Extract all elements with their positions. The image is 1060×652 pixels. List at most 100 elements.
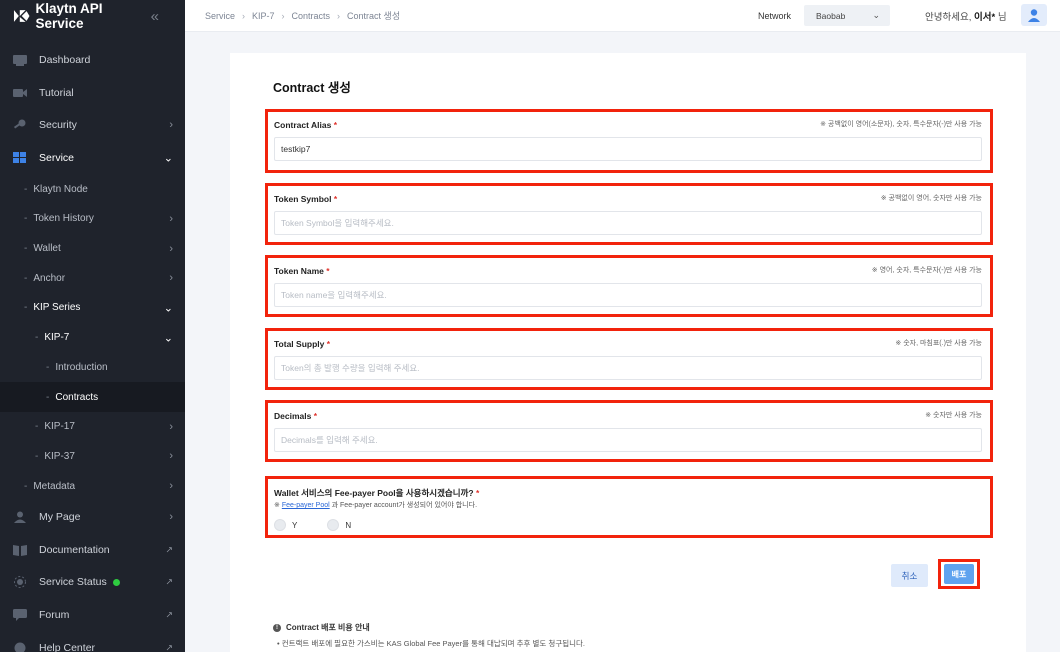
sidebar-item-label: Documentation [39, 543, 110, 556]
sidebar-item-kip-series[interactable]: - KIP Series ⌄ [0, 293, 185, 323]
sidebar-item-label: Tutorial [39, 86, 74, 99]
book-icon [13, 544, 27, 556]
sidebar-item-label: Service [39, 152, 75, 165]
token-symbol-field: Token Symbol * ※ 공백없이 영어, 숫자만 사용 가능 Toke… [265, 183, 993, 245]
deploy-button[interactable]: 배포 [944, 564, 974, 584]
sidebar-item-label: Dashboard [39, 54, 91, 67]
sidebar-item-kip-7[interactable]: - KIP-7 ⌄ [0, 323, 185, 353]
sidebar-item-help-center[interactable]: Help Center ↗ [0, 631, 185, 652]
dash-icon: - [24, 213, 28, 225]
sidebar-item-anchor[interactable]: - Anchor › [0, 263, 185, 293]
token-name-label: Token Name * [274, 266, 330, 276]
user-name: 이서* [973, 11, 996, 23]
sidebar-item-label: Wallet [33, 243, 61, 255]
token-symbol-input[interactable]: Token Symbol을 입력해주세요. [274, 211, 982, 235]
sidebar-item-dashboard[interactable]: Dashboard [0, 44, 185, 77]
sidebar-item-token-history[interactable]: - Token History › [0, 204, 185, 234]
label-text: Total Supply [274, 339, 325, 349]
sidebar-item-label: My Page [39, 511, 81, 524]
page-title: Contract 생성 [273, 81, 351, 95]
sidebar-item-documentation[interactable]: Documentation ↗ [0, 534, 185, 567]
required-mark: * [475, 488, 480, 498]
required-mark: * [326, 266, 330, 276]
chevron-right-icon: › [337, 10, 341, 21]
sidebar-item-kip-37[interactable]: - KIP-37 › [0, 442, 185, 472]
breadcrumb-contracts[interactable]: Contracts [292, 11, 331, 21]
fee-payer-option-no[interactable]: N [327, 519, 351, 531]
decimals-input[interactable]: Decimals를 입력해 주세요. [274, 428, 982, 452]
dash-icon: - [35, 332, 39, 344]
notice-line: • 컨트랙트 배포에 필요한 가스비는 KAS Global Fee Payer… [277, 639, 585, 648]
network-select[interactable]: Baobab ⌄ [804, 5, 890, 26]
fee-payer-option-yes[interactable]: Y [274, 519, 297, 531]
dash-icon: - [35, 421, 39, 433]
sidebar-item-security[interactable]: Security › [0, 109, 185, 142]
chevron-right-icon: › [169, 212, 173, 225]
sidebar-item-klaytn-node[interactable]: - Klaytn Node [0, 174, 185, 204]
contract-alias-input[interactable]: testkip7 [274, 137, 982, 161]
status-icon [14, 576, 26, 589]
brand-name: Klaytn API Service [35, 1, 103, 31]
info-icon: ! [273, 623, 281, 632]
sidebar-item-label: KIP Series [33, 302, 81, 314]
token-name-hint: ※ 영어, 숫자, 특수문자(-)만 사용 가능 [871, 267, 982, 274]
fee-payer-note: ※ Fee-payer Pool 과 Fee-payer account가 생성… [274, 500, 477, 510]
chevron-right-icon: › [169, 119, 173, 132]
breadcrumb: Service › KIP-7 › Contracts › Contract 생… [185, 9, 400, 22]
dash-icon: - [46, 391, 50, 403]
brand[interactable]: Klaytn API Service « [0, 0, 185, 32]
required-mark: * [333, 194, 338, 204]
radio-yes[interactable] [274, 519, 286, 531]
klaytn-logo-icon [13, 10, 30, 22]
total-supply-hint: ※ 숫자, 마침표(.)만 사용 가능 [895, 340, 982, 347]
chevron-right-icon: › [169, 272, 173, 285]
sidebar-item-service[interactable]: Service ⌄ [0, 142, 185, 175]
contract-form-card: Contract 생성 Contract Alias * ※ 공백없이 영어(소… [230, 53, 1026, 652]
sidebar-item-forum[interactable]: Forum ↗ [0, 599, 185, 632]
required-mark: * [326, 339, 331, 349]
sidebar-item-service-status[interactable]: Service Status ↗ [0, 566, 185, 599]
token-symbol-label: Token Symbol * [274, 194, 337, 204]
sidebar-item-contracts[interactable]: - Contracts [0, 382, 185, 412]
sidebar-item-kip-17[interactable]: - KIP-17 › [0, 412, 185, 442]
note-text: 과 Fee-payer account가 생성되어 있어야 합니다. [331, 502, 478, 509]
sidebar-item-introduction[interactable]: - Introduction [0, 353, 185, 383]
breadcrumb-current: Contract 생성 [347, 11, 401, 21]
sidebar-item-tutorial[interactable]: Tutorial [0, 77, 185, 110]
grid-icon [13, 152, 26, 164]
sidebar-item-label: KIP-37 [44, 450, 75, 462]
total-supply-label: Total Supply * [274, 339, 330, 349]
sidebar-item-wallet[interactable]: - Wallet › [0, 234, 185, 264]
fee-payer-options: Y N [274, 519, 381, 531]
sidebar-item-label: Forum [39, 609, 70, 622]
chevron-right-icon: › [169, 450, 173, 463]
cancel-button[interactable]: 취소 [891, 564, 928, 587]
total-supply-field: Total Supply * ※ 숫자, 마침표(.)만 사용 가능 Token… [265, 328, 993, 390]
fee-payer-pool-link[interactable]: Fee-payer Pool [282, 502, 330, 509]
total-supply-input[interactable]: Token의 총 발행 수량을 입력해 주세요. [274, 356, 982, 380]
video-icon [13, 88, 27, 97]
network-label: Network [758, 10, 792, 21]
sidebar-item-label: Klaytn Node [33, 183, 88, 195]
chevron-right-icon: › [281, 10, 285, 21]
sidebar-item-label: Anchor [33, 272, 66, 284]
dashboard-icon [13, 55, 27, 67]
token-name-input[interactable]: Token name을 입력해주세요. [274, 283, 982, 307]
double-chevron-left-icon[interactable]: « [151, 8, 159, 25]
chevron-right-icon: › [169, 511, 173, 524]
breadcrumb-kip-7[interactable]: KIP-7 [252, 11, 275, 21]
breadcrumb-service[interactable]: Service [205, 11, 235, 21]
sidebar-item-metadata[interactable]: - Metadata › [0, 471, 185, 501]
notice-title: ! Contract 배포 비용 안내 [273, 622, 585, 633]
sidebar-item-label: Security [39, 119, 77, 132]
avatar-button[interactable] [1021, 4, 1047, 26]
help-icon [14, 642, 26, 652]
radio-no[interactable] [327, 519, 340, 531]
label-text: Contract Alias [274, 120, 332, 130]
sidebar-item-my-page[interactable]: My Page › [0, 501, 185, 534]
note-prefix: ※ [274, 502, 280, 509]
user-greeting: 안녕하세요, 이서* 님 [925, 9, 1007, 23]
sidebar-item-label: KIP-7 [44, 332, 70, 344]
user-icon [14, 511, 26, 524]
sidebar-item-label: Token History [33, 213, 94, 225]
